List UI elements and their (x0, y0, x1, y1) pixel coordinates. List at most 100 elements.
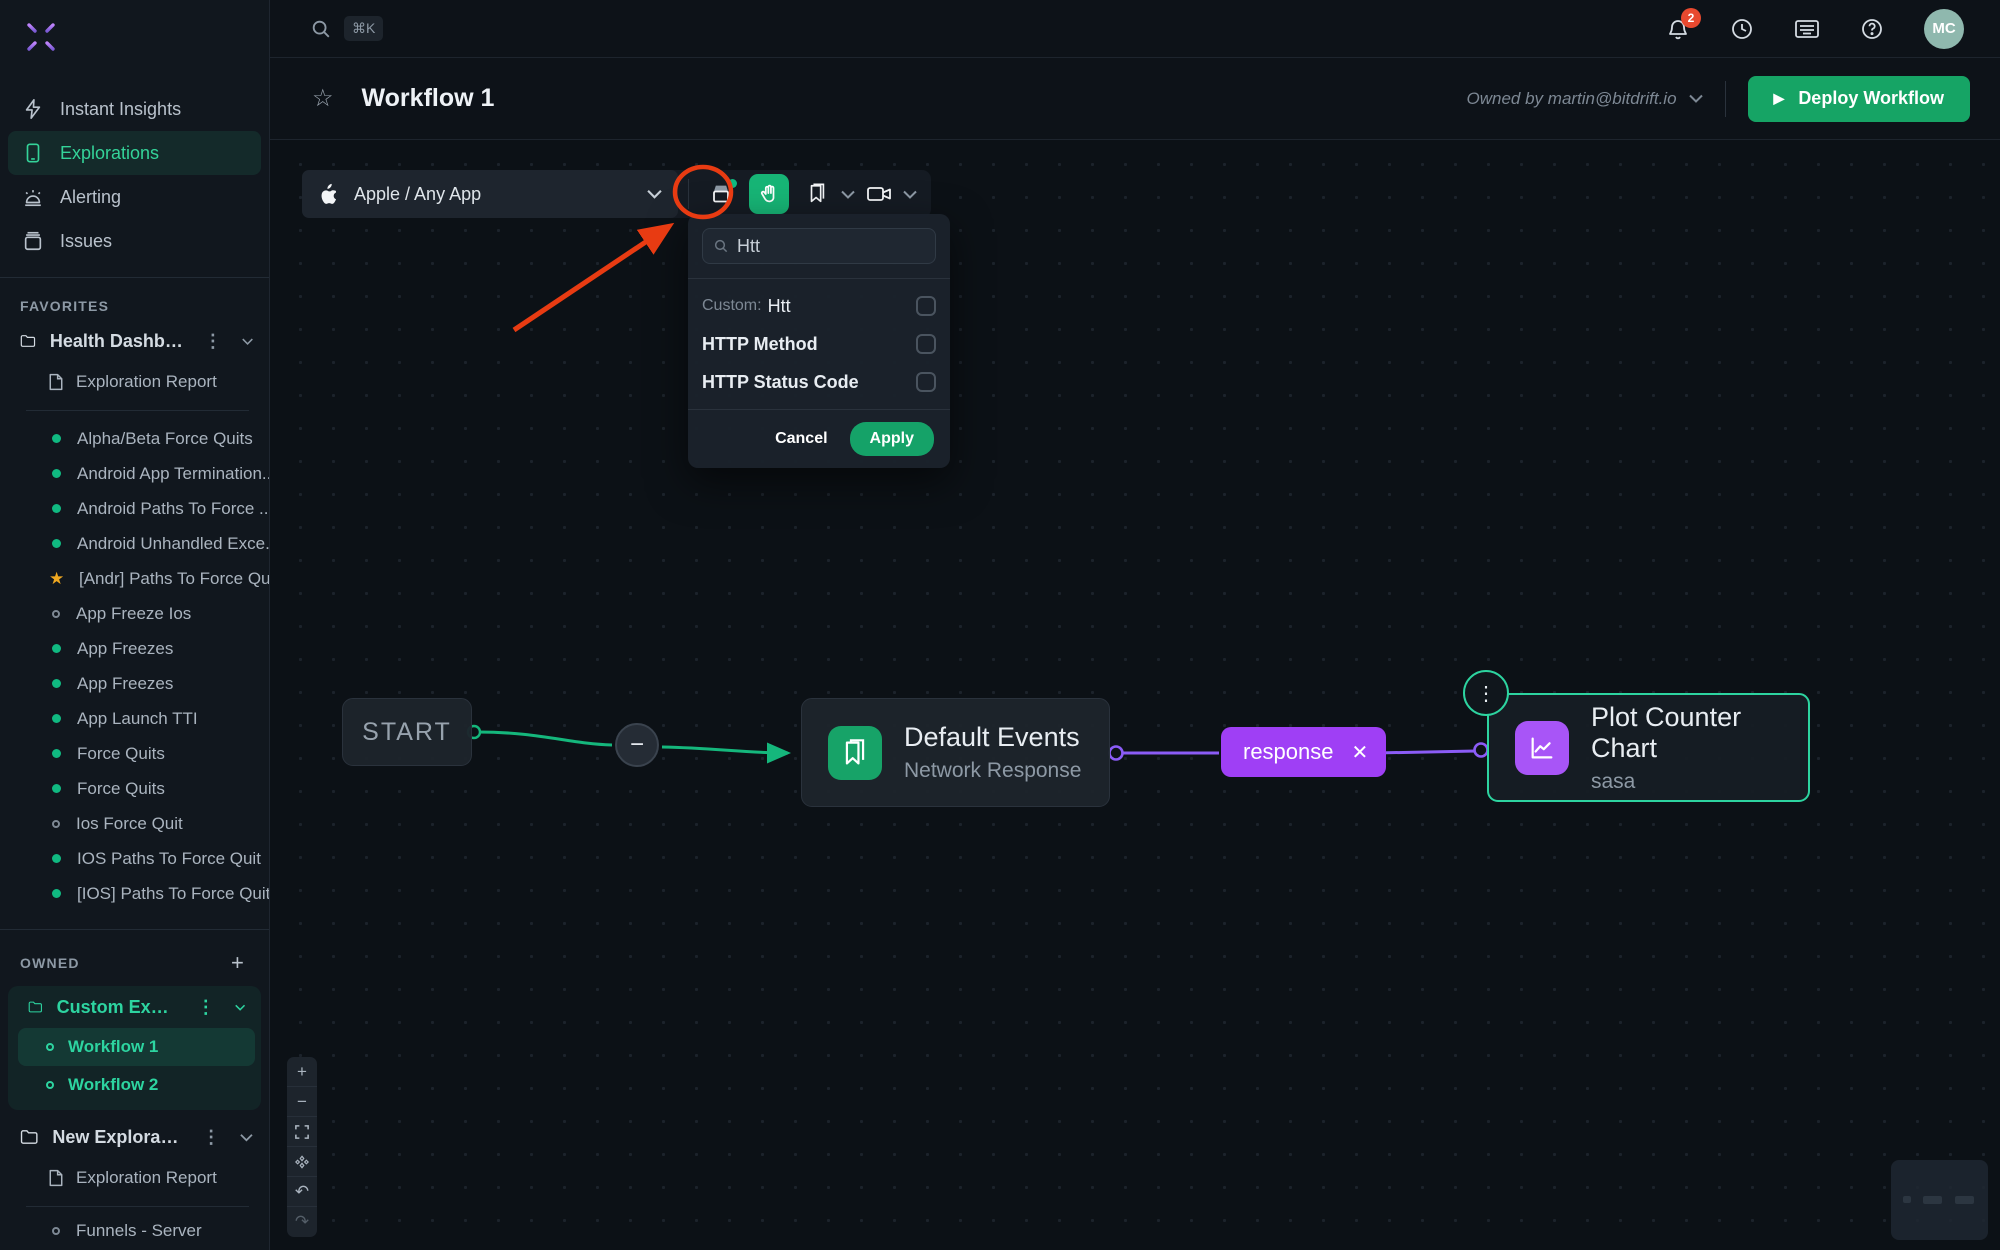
favorite-star-icon[interactable]: ☆ (312, 84, 334, 113)
list-item[interactable]: Force Quits (0, 736, 269, 771)
sidebar-item-alerting[interactable]: Alerting (8, 175, 261, 219)
status-dot-icon (52, 820, 60, 828)
minimap[interactable] (1891, 1160, 1988, 1240)
shortcuts-button[interactable] (1794, 18, 1820, 40)
zoom-out-button[interactable]: − (287, 1087, 317, 1117)
workflow-canvas[interactable]: Apple / Any App (270, 140, 2000, 1250)
list-item[interactable]: Android Unhandled Exce... (0, 526, 269, 561)
play-icon: ▶ (1774, 90, 1785, 107)
list-item[interactable]: Android Paths To Force ... (0, 491, 269, 526)
fit-view-icon (295, 1125, 309, 1139)
canvas-toolbar: Apple / Any App (302, 170, 931, 218)
option-label: HTTP Status Code (702, 372, 859, 393)
logo[interactable] (0, 0, 269, 73)
option-label: Htt (768, 296, 791, 317)
list-item-label: [IOS] Paths To Force Quits (77, 884, 270, 904)
help-button[interactable] (1860, 17, 1884, 41)
owner-dropdown[interactable]: Owned by martin@bitdrift.io (1467, 89, 1703, 109)
sidebar-item-explorations[interactable]: Explorations (8, 131, 261, 175)
recording-dropdown-chevron[interactable] (899, 190, 921, 199)
list-item[interactable]: App Freezes (0, 631, 269, 666)
favorites-section-label: FAVORITES (0, 292, 269, 320)
sidebar-item-workflow-2[interactable]: Workflow 2 (18, 1066, 255, 1104)
plot-counter-chart-node[interactable]: Plot Counter Chart sasa (1487, 693, 1810, 802)
checkbox[interactable] (916, 334, 936, 354)
list-item[interactable]: Force Quits (0, 771, 269, 806)
header-actions: Owned by martin@bitdrift.io ▶ Deploy Wor… (1467, 76, 2000, 122)
events-node-icon (828, 726, 882, 780)
bookmark-icon (807, 183, 827, 205)
divider (688, 179, 689, 209)
list-item[interactable]: IOS Paths To Force Quit (0, 841, 269, 876)
status-dot-icon (52, 539, 61, 548)
status-dot-icon (52, 854, 61, 863)
node-title: Plot Counter Chart (1591, 702, 1782, 764)
pan-tool-button[interactable] (749, 174, 789, 214)
avatar[interactable]: MC (1924, 9, 1964, 49)
kebab-menu-icon[interactable]: ⋮ (198, 331, 228, 352)
chevron-down-icon[interactable] (235, 1003, 245, 1012)
collapse-edge-button[interactable]: − (615, 723, 659, 767)
alarm-icon (22, 186, 44, 208)
auto-layout-button[interactable] (287, 1147, 317, 1177)
chevron-down-icon[interactable] (240, 1133, 253, 1142)
list-item[interactable]: App Launch TTI (0, 701, 269, 736)
chevron-down-icon[interactable] (242, 337, 253, 346)
option-http-method[interactable]: HTTP Method (702, 325, 936, 363)
recording-tool-button[interactable] (859, 174, 899, 214)
start-node[interactable]: START (342, 698, 472, 766)
redo-button[interactable]: ↷ (287, 1207, 317, 1237)
option-custom[interactable]: Custom: Htt (702, 287, 936, 325)
favorites-exploration-report[interactable]: Exploration Report (0, 362, 269, 402)
checkbox[interactable] (916, 296, 936, 316)
list-item[interactable]: Alpha/Beta Force Quits (0, 421, 269, 456)
bookmark-tool-button[interactable] (797, 174, 837, 214)
list-item[interactable]: Ios Force Quit (0, 806, 269, 841)
kebab-menu-icon[interactable]: ⋮ (191, 997, 221, 1018)
list-item[interactable]: Funnels - Server (0, 1213, 269, 1248)
edge-label-response[interactable]: response ✕ (1221, 727, 1386, 777)
status-dot-icon (52, 504, 61, 513)
nav-label: Issues (60, 231, 112, 252)
kebab-menu-icon[interactable]: ⋮ (196, 1127, 226, 1148)
sidebar-item-instant-insights[interactable]: Instant Insights (8, 87, 261, 131)
apple-icon (318, 183, 338, 206)
history-button[interactable] (1730, 17, 1754, 41)
checkbox[interactable] (916, 372, 936, 392)
owned-exploration-report[interactable]: Exploration Report (0, 1158, 269, 1198)
list-item[interactable]: App Freezes (0, 666, 269, 701)
popup-search-input[interactable] (737, 236, 907, 257)
deploy-workflow-button[interactable]: ▶ Deploy Workflow (1748, 76, 1970, 122)
bookmark-dropdown-chevron[interactable] (837, 190, 859, 199)
list-item[interactable]: [IOS] Paths To Force Quits (0, 876, 269, 911)
status-dot-icon (52, 1227, 60, 1235)
list-item[interactable]: Android App Termination... (0, 456, 269, 491)
option-http-status-code[interactable]: HTTP Status Code (702, 363, 936, 401)
owned-folder-custom-explorations[interactable]: Custom Explorati... ⋮ (8, 986, 261, 1028)
workflow-label: Workflow 1 (68, 1037, 158, 1057)
plot-node-menu-button[interactable]: ⋮ (1463, 670, 1509, 716)
device-filter-button[interactable] (701, 174, 741, 214)
undo-button[interactable]: ↶ (287, 1177, 317, 1207)
sidebar-item-issues[interactable]: Issues (8, 219, 261, 263)
notifications-button[interactable]: 2 (1666, 17, 1690, 41)
favorites-folder-health-dashboard[interactable]: Health Dashboard... ⋮ (0, 320, 269, 362)
minimap-node (1923, 1196, 1942, 1204)
remove-edge-label-icon[interactable]: ✕ (1352, 740, 1369, 765)
cancel-button[interactable]: Cancel (775, 430, 827, 448)
list-item[interactable]: ★[Andr] Paths To Force Qu... (0, 561, 269, 596)
folder-icon (28, 998, 43, 1016)
global-search[interactable]: ⌘K (310, 16, 383, 41)
owned-folder-new-exploration[interactable]: New Exploration ⋮ (0, 1116, 269, 1158)
fit-view-button[interactable] (287, 1117, 317, 1147)
default-events-node[interactable]: Default Events Network Response (801, 698, 1110, 807)
apply-button[interactable]: Apply (850, 422, 934, 456)
search-icon (310, 18, 332, 40)
app-selector-dropdown[interactable]: Apple / Any App (302, 170, 678, 218)
popup-search-box[interactable] (702, 228, 936, 264)
plot-node-icon (1515, 721, 1569, 775)
add-exploration-button[interactable]: + (227, 950, 249, 976)
sidebar-item-workflow-1[interactable]: Workflow 1 (18, 1028, 255, 1066)
zoom-in-button[interactable]: + (287, 1057, 317, 1087)
list-item[interactable]: App Freeze Ios (0, 596, 269, 631)
